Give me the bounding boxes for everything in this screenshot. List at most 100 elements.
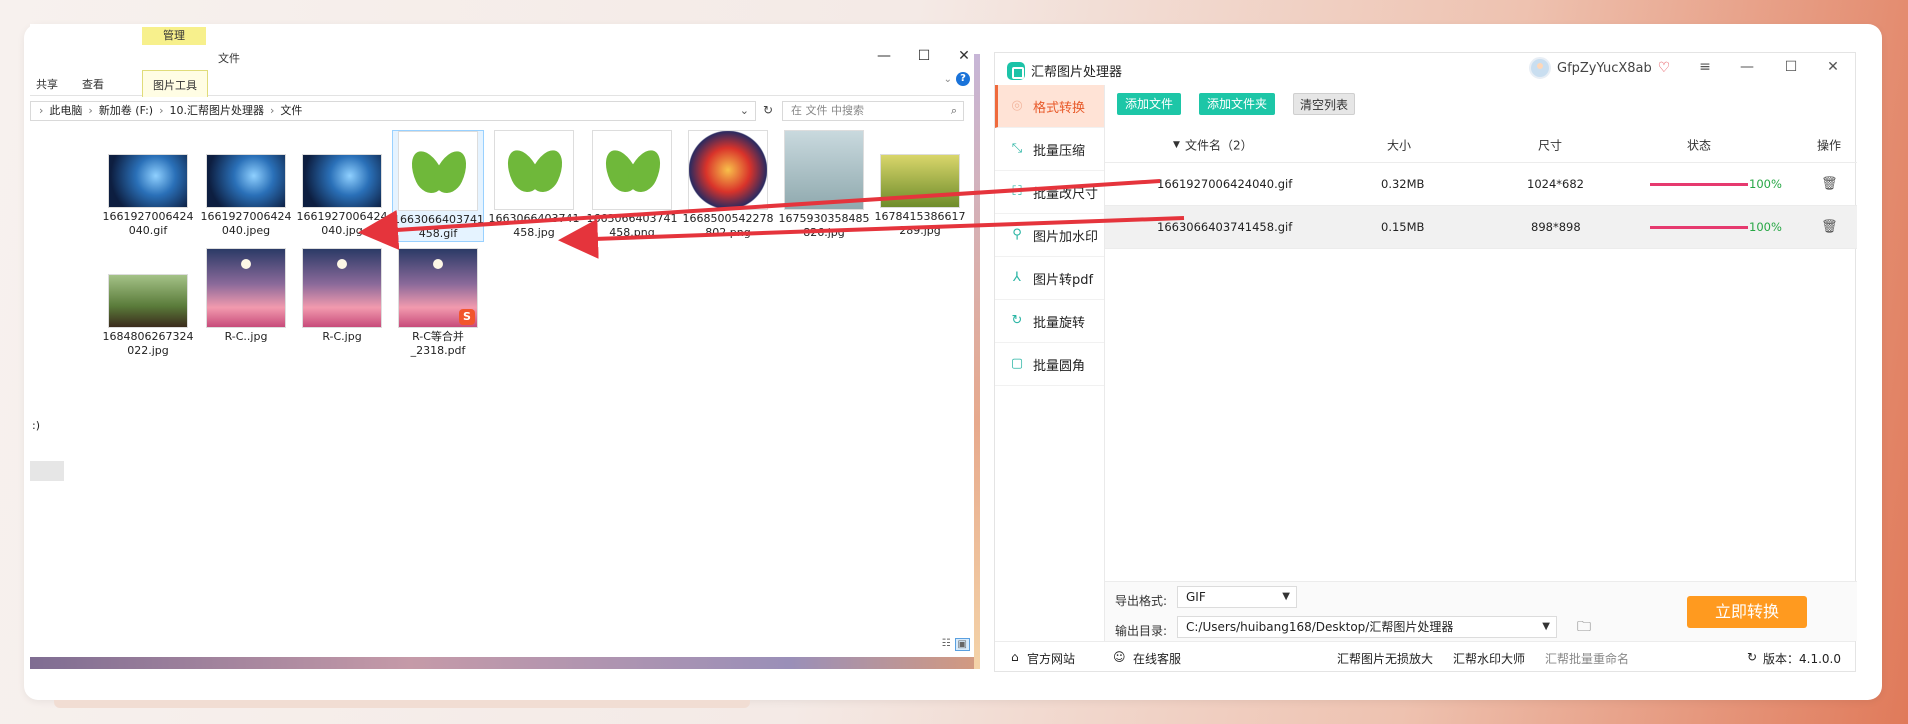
sidebar-label: 批量改尺寸 <box>1033 186 1099 202</box>
file-name: R-C..jpg <box>224 330 268 343</box>
online-support-link[interactable]: 在线客服 <box>1133 650 1181 667</box>
add-folder-button[interactable]: 添加文件夹 <box>1199 93 1276 115</box>
file-item[interactable]: 1663066403741 458.png <box>586 130 678 240</box>
sidebar-item-compress[interactable]: ⤡ 批量压缩 <box>995 128 1104 171</box>
search-input[interactable]: 在 文件 中搜索 ⌕ <box>782 101 964 121</box>
maximize-button[interactable]: ☐ <box>914 48 934 64</box>
sidebar-item-format-convert[interactable]: ◎ 格式转换 <box>995 85 1104 128</box>
toolbar: 添加文件 添加文件夹 清空列表 <box>1117 93 1356 115</box>
chevron-right-icon: › <box>159 104 164 117</box>
folder-open-icon[interactable]: 🗀 <box>1577 616 1591 640</box>
sidebar-item-round-corner[interactable]: ▢ 批量圆角 <box>995 343 1104 386</box>
header-filename[interactable]: 文件名（2） <box>1185 136 1253 153</box>
desktop-wallpaper-edge <box>974 54 980 669</box>
app-logo-icon <box>1007 61 1025 80</box>
sidebar-item-resize[interactable]: ⛶ 批量改尺寸 <box>995 171 1104 214</box>
breadcrumb-current[interactable]: 文件 <box>280 102 302 120</box>
add-file-button[interactable]: 添加文件 <box>1117 93 1182 115</box>
file-name: 1675930358485 826.jpg <box>778 212 870 239</box>
expand-ribbon-icon[interactable]: ⌄ <box>944 74 952 85</box>
file-name: R-C.jpg <box>322 330 362 343</box>
table-row[interactable]: 1661927006424040.gif 0.32MB 1024*682 100… <box>1105 163 1857 206</box>
sidebar-label: 图片转pdf <box>1033 272 1094 288</box>
file-item[interactable]: 1675930358485 826.jpg <box>778 130 870 240</box>
version-label: 版本：4.1.0.0 <box>1763 652 1841 666</box>
delete-icon[interactable]: 🗑 <box>1821 220 1838 235</box>
sidebar-item-watermark[interactable]: ⚲ 图片加水印 <box>995 214 1104 257</box>
product-link-2[interactable]: 汇帮水印大师 <box>1453 650 1525 667</box>
output-dir-select[interactable]: C:/Users/huibang168/Desktop/汇帮图片处理器 ▼ <box>1177 616 1557 638</box>
avatar <box>1529 57 1551 79</box>
close-button[interactable]: ✕ <box>1823 59 1843 75</box>
shadow-strip <box>54 700 750 708</box>
sidebar-item-rotate[interactable]: ↻ 批量旋转 <box>995 300 1104 343</box>
tab-view[interactable]: 查看 <box>82 76 104 92</box>
file-item[interactable]: R-C..jpg <box>200 248 292 344</box>
thumbnail <box>784 130 864 210</box>
breadcrumb-this-pc[interactable]: 此电脑 <box>49 102 82 120</box>
minimize-button[interactable]: — <box>874 48 894 64</box>
chevron-down-icon: ▼ <box>1542 621 1550 632</box>
ribbon-context-tab[interactable]: 管理 <box>142 27 206 45</box>
chevron-down-icon[interactable]: ⌄ <box>740 102 749 120</box>
close-button[interactable]: ✕ <box>954 48 974 64</box>
row-size: 0.32MB <box>1381 177 1425 191</box>
file-item[interactable]: 1684806267324 022.jpg <box>102 274 194 358</box>
file-item-selected[interactable]: 1663066403741 458.gif <box>392 130 484 242</box>
file-item[interactable]: 1661927006424 040.gif <box>102 154 194 238</box>
tab-picture-tools[interactable]: 图片工具 <box>142 70 208 97</box>
details-view-icon[interactable]: ☷ <box>942 638 951 651</box>
file-explorer-window: 管理 文件 — ☐ ✕ 共享 查看 图片工具 ⌄ ? › 此电脑 › 新加卷 (… <box>30 24 980 669</box>
file-item[interactable]: R-C.jpg <box>296 248 388 344</box>
file-name: 1663066403741 458.png <box>586 212 678 239</box>
maximize-button[interactable]: ☐ <box>1781 59 1801 75</box>
help-icon[interactable]: ? <box>956 72 970 86</box>
app-footer: ⌂ 官方网站 ☺ 在线客服 汇帮图片无损放大 汇帮水印大师 汇帮批量重命名 ↻ … <box>995 641 1855 671</box>
clear-list-button[interactable]: 清空列表 <box>1293 93 1356 115</box>
file-item[interactable]: 1678415386617 289.jpg <box>874 154 966 238</box>
thumbnail <box>108 274 188 328</box>
convert-now-button[interactable]: 立即转换 <box>1687 596 1807 628</box>
format-convert-icon: ◎ <box>1011 98 1023 113</box>
file-item[interactable]: 1661927006424 040.jpeg <box>200 154 292 238</box>
progress-bar <box>1650 225 1748 229</box>
header-size: 大小 <box>1387 138 1412 152</box>
rotate-icon: ↻ <box>1011 313 1023 328</box>
thumbnail <box>206 154 286 208</box>
file-item[interactable]: 1663066403741 458.jpg <box>488 130 580 240</box>
row-percent: 100% <box>1749 177 1782 191</box>
thumbnail <box>302 154 382 208</box>
user-info[interactable]: GfpZyYucX8ab ♡ <box>1529 57 1670 79</box>
file-name: 1678415386617 289.jpg <box>874 210 966 237</box>
address-bar[interactable]: › 此电脑 › 新加卷 (F:) › 10.汇帮图片处理器 › 文件 ⌄ <box>30 101 756 121</box>
chevron-right-icon: › <box>88 104 93 117</box>
moon-shape <box>337 259 347 269</box>
menu-icon[interactable]: ≡ <box>1695 59 1715 75</box>
export-format-select[interactable]: GIF ▼ <box>1177 586 1297 608</box>
delete-icon[interactable]: 🗑 <box>1821 177 1838 192</box>
sort-desc-icon[interactable]: ▼ <box>1173 140 1180 150</box>
export-format-value: GIF <box>1186 590 1206 604</box>
large-icons-view-icon[interactable]: ▣ <box>954 638 970 651</box>
table-row[interactable]: 1663066403741458.gif 0.15MB 898*898 100%… <box>1105 206 1857 249</box>
pdf-icon: ⅄ <box>1013 270 1021 285</box>
app-title: 汇帮图片处理器 <box>1031 65 1123 80</box>
file-item[interactable]: S R-C等合并 _2318.pdf <box>392 248 484 358</box>
tab-share[interactable]: 共享 <box>36 76 58 92</box>
refresh-icon[interactable]: ↻ <box>763 103 773 117</box>
ribbon-file-tab[interactable]: 文件 <box>218 50 240 66</box>
official-website-link[interactable]: 官方网站 <box>1027 650 1075 667</box>
file-item[interactable]: 1668500542278 802.png <box>682 130 774 240</box>
minimize-button[interactable]: — <box>1737 59 1757 75</box>
product-link-3[interactable]: 汇帮批量重命名 <box>1545 650 1629 667</box>
product-link-1[interactable]: 汇帮图片无损放大 <box>1337 650 1433 667</box>
file-name: 1663066403741 458.gif <box>393 213 484 240</box>
file-item[interactable]: 1661927006424 040.jpg <box>296 154 388 238</box>
sidebar-item-pdf[interactable]: ⅄ 图片转pdf <box>995 257 1104 300</box>
explorer-ribbon: 管理 文件 — ☐ ✕ 共享 查看 图片工具 ⌄ ? <box>30 24 974 97</box>
image-processor-window: 汇帮图片处理器 GfpZyYucX8ab ♡ ≡ — ☐ ✕ ◎ 格式转换 ⤡ … <box>994 52 1857 672</box>
breadcrumb-drive[interactable]: 新加卷 (F:) <box>99 102 153 120</box>
search-icon: ⌕ <box>950 104 957 117</box>
moon-shape <box>433 259 443 269</box>
breadcrumb-folder[interactable]: 10.汇帮图片处理器 <box>169 102 264 120</box>
